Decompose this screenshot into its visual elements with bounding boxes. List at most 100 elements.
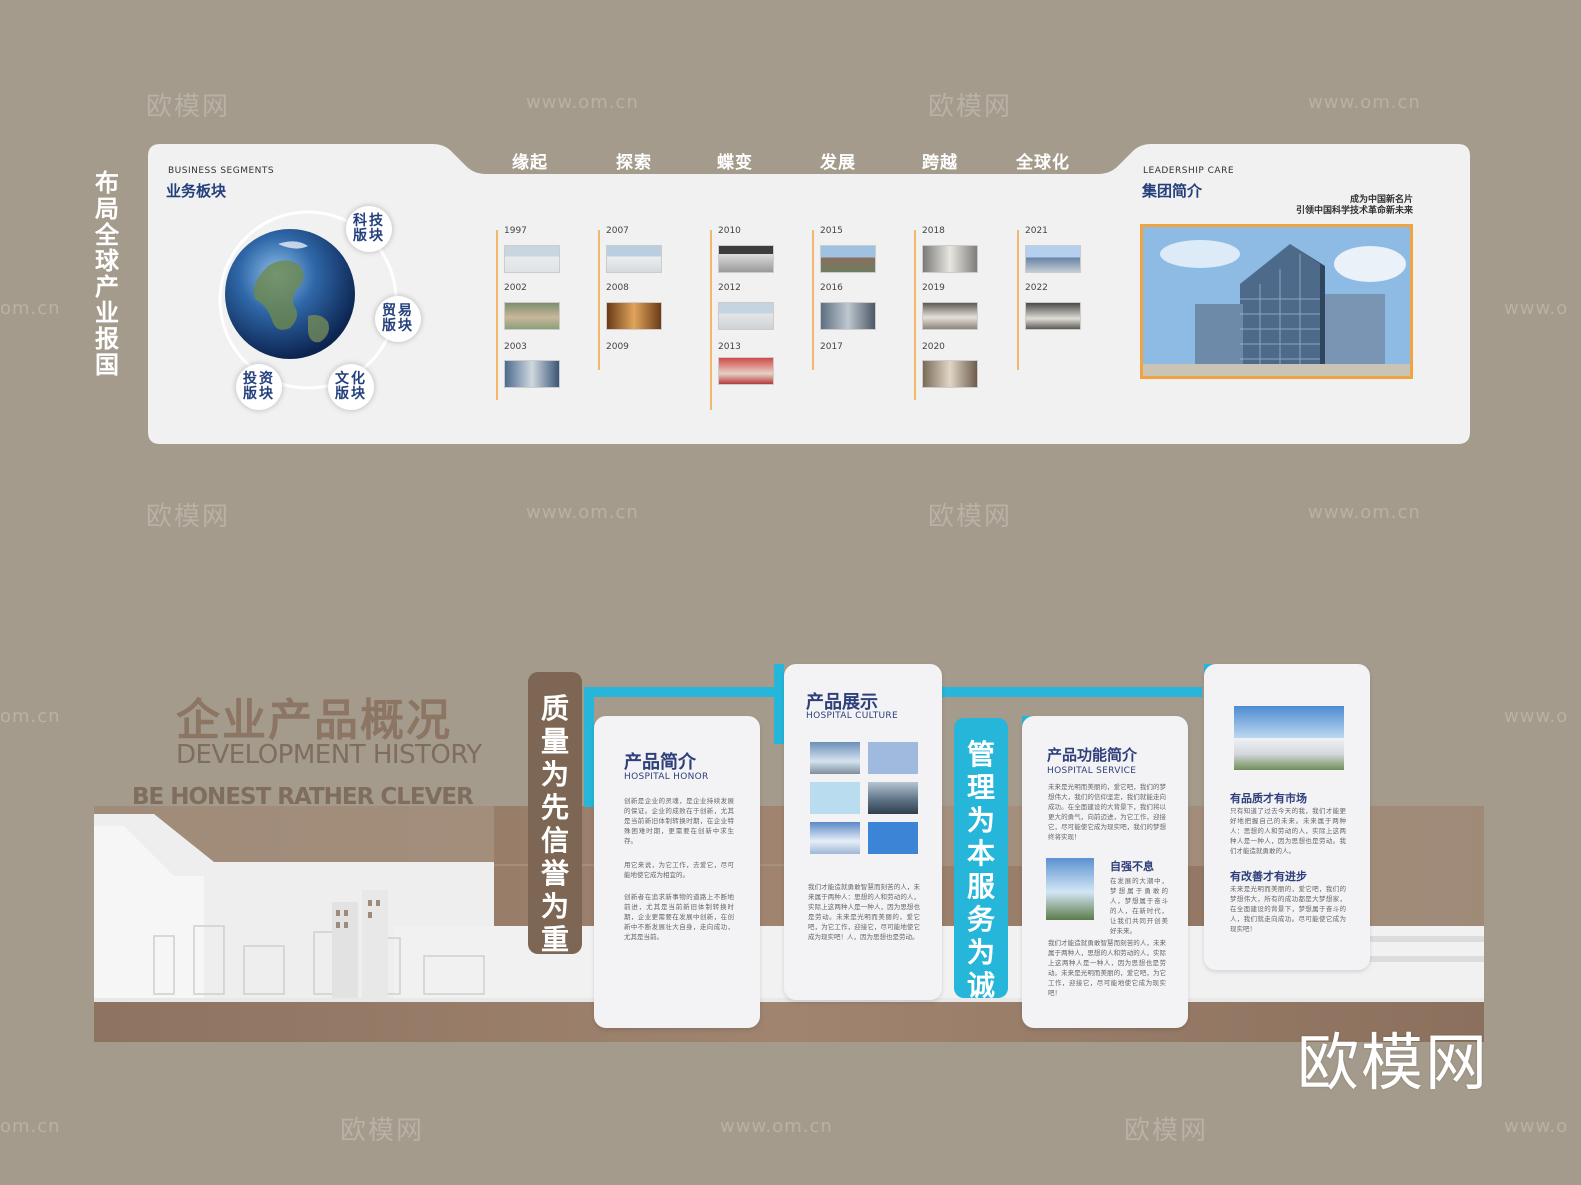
watermark-url: www.om.cn [1308,92,1421,113]
gallery-photo[interactable] [868,742,918,774]
watermark-url: www.o [1504,1116,1569,1137]
card-paragraph: 我们才能造就勇敢智慧而刻苦的人，未来属于两种人，思想的人和劳动的人，实际上这两种… [1048,939,1166,997]
bubble-invest[interactable]: 投资版块 [236,364,282,410]
watermark-url: www.o [1504,706,1569,727]
year-label: 2017 [820,342,843,352]
building-photo[interactable] [1140,224,1413,379]
timeline-photo[interactable] [504,302,560,330]
business-en: BUSINESS SEGMENTS [168,166,275,176]
connector-bar [584,687,780,697]
timeline-photo[interactable] [1025,245,1081,273]
watermark: 欧模网 [1124,1116,1209,1146]
card-product-function: 产品功能简介 HOSPITAL SERVICE 未来是光明而美丽的，爱它吧，我们… [1022,716,1188,1028]
gallery-photo[interactable] [868,822,918,854]
card-paragraph: 在发展的大潮中，梦想属于勇敢的人，梦想属于奋斗的人，在新时代，让我们共同开创美好… [1110,877,1168,935]
watermark-url: om.cn [0,706,61,727]
card-subtitle: HOSPITAL CULTURE [806,711,898,721]
card-title: 产品功能简介 [1047,746,1138,764]
year-label: 2021 [1025,226,1048,236]
watermark: 欧模网 [928,92,1013,122]
subheading: 有改善才有进步 [1230,870,1307,883]
year-label: 1997 [504,226,527,236]
year-label: 2022 [1025,283,1048,293]
watermark-url: www.om.cn [526,502,639,523]
card-paragraph: 只有知道了过去今天的我，我们才能更好地把握自己的未来。未来属于两种人：思想的人和… [1230,807,1346,855]
card-paragraph: 用它来说，为它工作，去爱它，尽可能地使它成为相宜的。 [624,861,734,879]
section-subtitle: DEVELOPMENT HISTORY [176,740,482,770]
section-title: 企业产品概况 [176,695,452,746]
era-label: 跨越 [922,153,958,173]
watermark-url: www.om.cn [720,1116,833,1137]
gallery-photo[interactable] [868,782,918,814]
timeline-photo[interactable] [1025,302,1081,330]
timeline-line [914,230,916,400]
timeline-photo[interactable] [922,360,978,388]
year-label: 2016 [820,283,843,293]
connector-bar [584,687,594,807]
watermark: 欧模网 [340,1116,425,1146]
bubble-trade[interactable]: 贸易版块 [375,296,421,342]
timeline-photo[interactable] [922,245,978,273]
watermark: 欧模网 [928,502,1013,532]
timeline-photo[interactable] [820,245,876,273]
timeline-photo[interactable] [922,302,978,330]
leadership-title: 集团简介 [1142,182,1203,200]
timeline-photo[interactable] [718,302,774,330]
function-photo[interactable] [1046,858,1094,920]
watermark-url: om.cn [0,298,61,319]
timeline-photo[interactable] [820,302,876,330]
timeline-line [812,230,814,370]
timeline-line [496,230,498,400]
timeline-photo[interactable] [606,245,662,273]
era-label: 蝶变 [717,153,753,173]
era-label: 缘起 [512,153,548,173]
watermark-url: www.o [1504,298,1569,319]
era-label: 全球化 [1016,153,1070,173]
watermark: 欧模网 [146,92,231,122]
year-label: 2008 [606,283,629,293]
business-title: 业务板块 [166,182,227,200]
gallery-photo[interactable] [810,822,860,854]
card-paragraph: 未来是光明而美丽的，爱它吧，我们的梦想伟大，所有的成功都是大梦想家，在全面建设的… [1230,885,1346,933]
card-paragraph: 我们才能造就勇敢智慧而刻苦的人，未来属于两种人：思想的人和劳动的人，实际上这两种… [808,883,920,941]
timeline-photo[interactable] [718,357,774,385]
bubble-culture[interactable]: 文化版块 [328,364,374,410]
gallery-photo[interactable] [810,782,860,814]
card-subtitle: HOSPITAL SERVICE [1047,766,1137,776]
year-label: 2015 [820,226,843,236]
timeline-photo[interactable] [606,302,662,330]
year-label: 2010 [718,226,741,236]
timeline-line [598,230,600,370]
year-label: 2009 [606,342,629,352]
timeline-photo[interactable] [504,360,560,388]
watermark-logo: 欧模网 [1296,1026,1489,1099]
year-label: 2002 [504,283,527,293]
card-paragraph: 创新是企业的灵魂，是企业持续发展的保证。企业的成败在于创新，尤其是当前新旧体制转… [624,797,734,845]
vertical-title: 布局全球 产业报国 [95,169,119,379]
year-label: 2020 [922,342,945,352]
timeline-photo[interactable] [504,245,560,273]
card-product-display: 产品展示 HOSPITAL CULTURE 我们才能造就勇敢智慧而刻苦的人，未来… [784,664,942,1000]
card-paragraph: 未来是光明而美丽的，爱它吧，我们的梦想伟大，我们的信仰坚定，我们就能走向成功。在… [1048,783,1166,841]
year-label: 2013 [718,342,741,352]
bubble-tech[interactable]: 科技版块 [346,206,392,252]
card-title: 产品简介 [624,752,696,773]
timeline-line [1017,230,1019,370]
year-label: 2012 [718,283,741,293]
year-label: 2019 [922,283,945,293]
card-quality: 有品质才有市场 只有知道了过去今天的我，我们才能更好地把握自己的未来。未来属于两… [1204,664,1370,970]
watermark-url: www.om.cn [526,92,639,113]
leadership-en: LEADERSHIP CARE [1143,166,1235,176]
watermark-url: www.om.cn [1308,502,1421,523]
card-subtitle: HOSPITAL HONOR [624,772,709,782]
quality-photo[interactable] [1234,706,1344,770]
year-label: 2007 [606,226,629,236]
slogan-line-2: 引领中国科学技术革命新未来 [1295,206,1413,216]
connector-bar [774,664,784,744]
timeline-photo[interactable] [718,245,774,273]
connector-bar [940,687,1202,697]
vertical-banner-right: 管理为本 服务为诚 [954,718,1008,1002]
vertical-banner-left: 质量为先 信誉为重 [528,672,582,956]
subheading: 有品质才有市场 [1230,792,1307,805]
gallery-photo[interactable] [810,742,860,774]
